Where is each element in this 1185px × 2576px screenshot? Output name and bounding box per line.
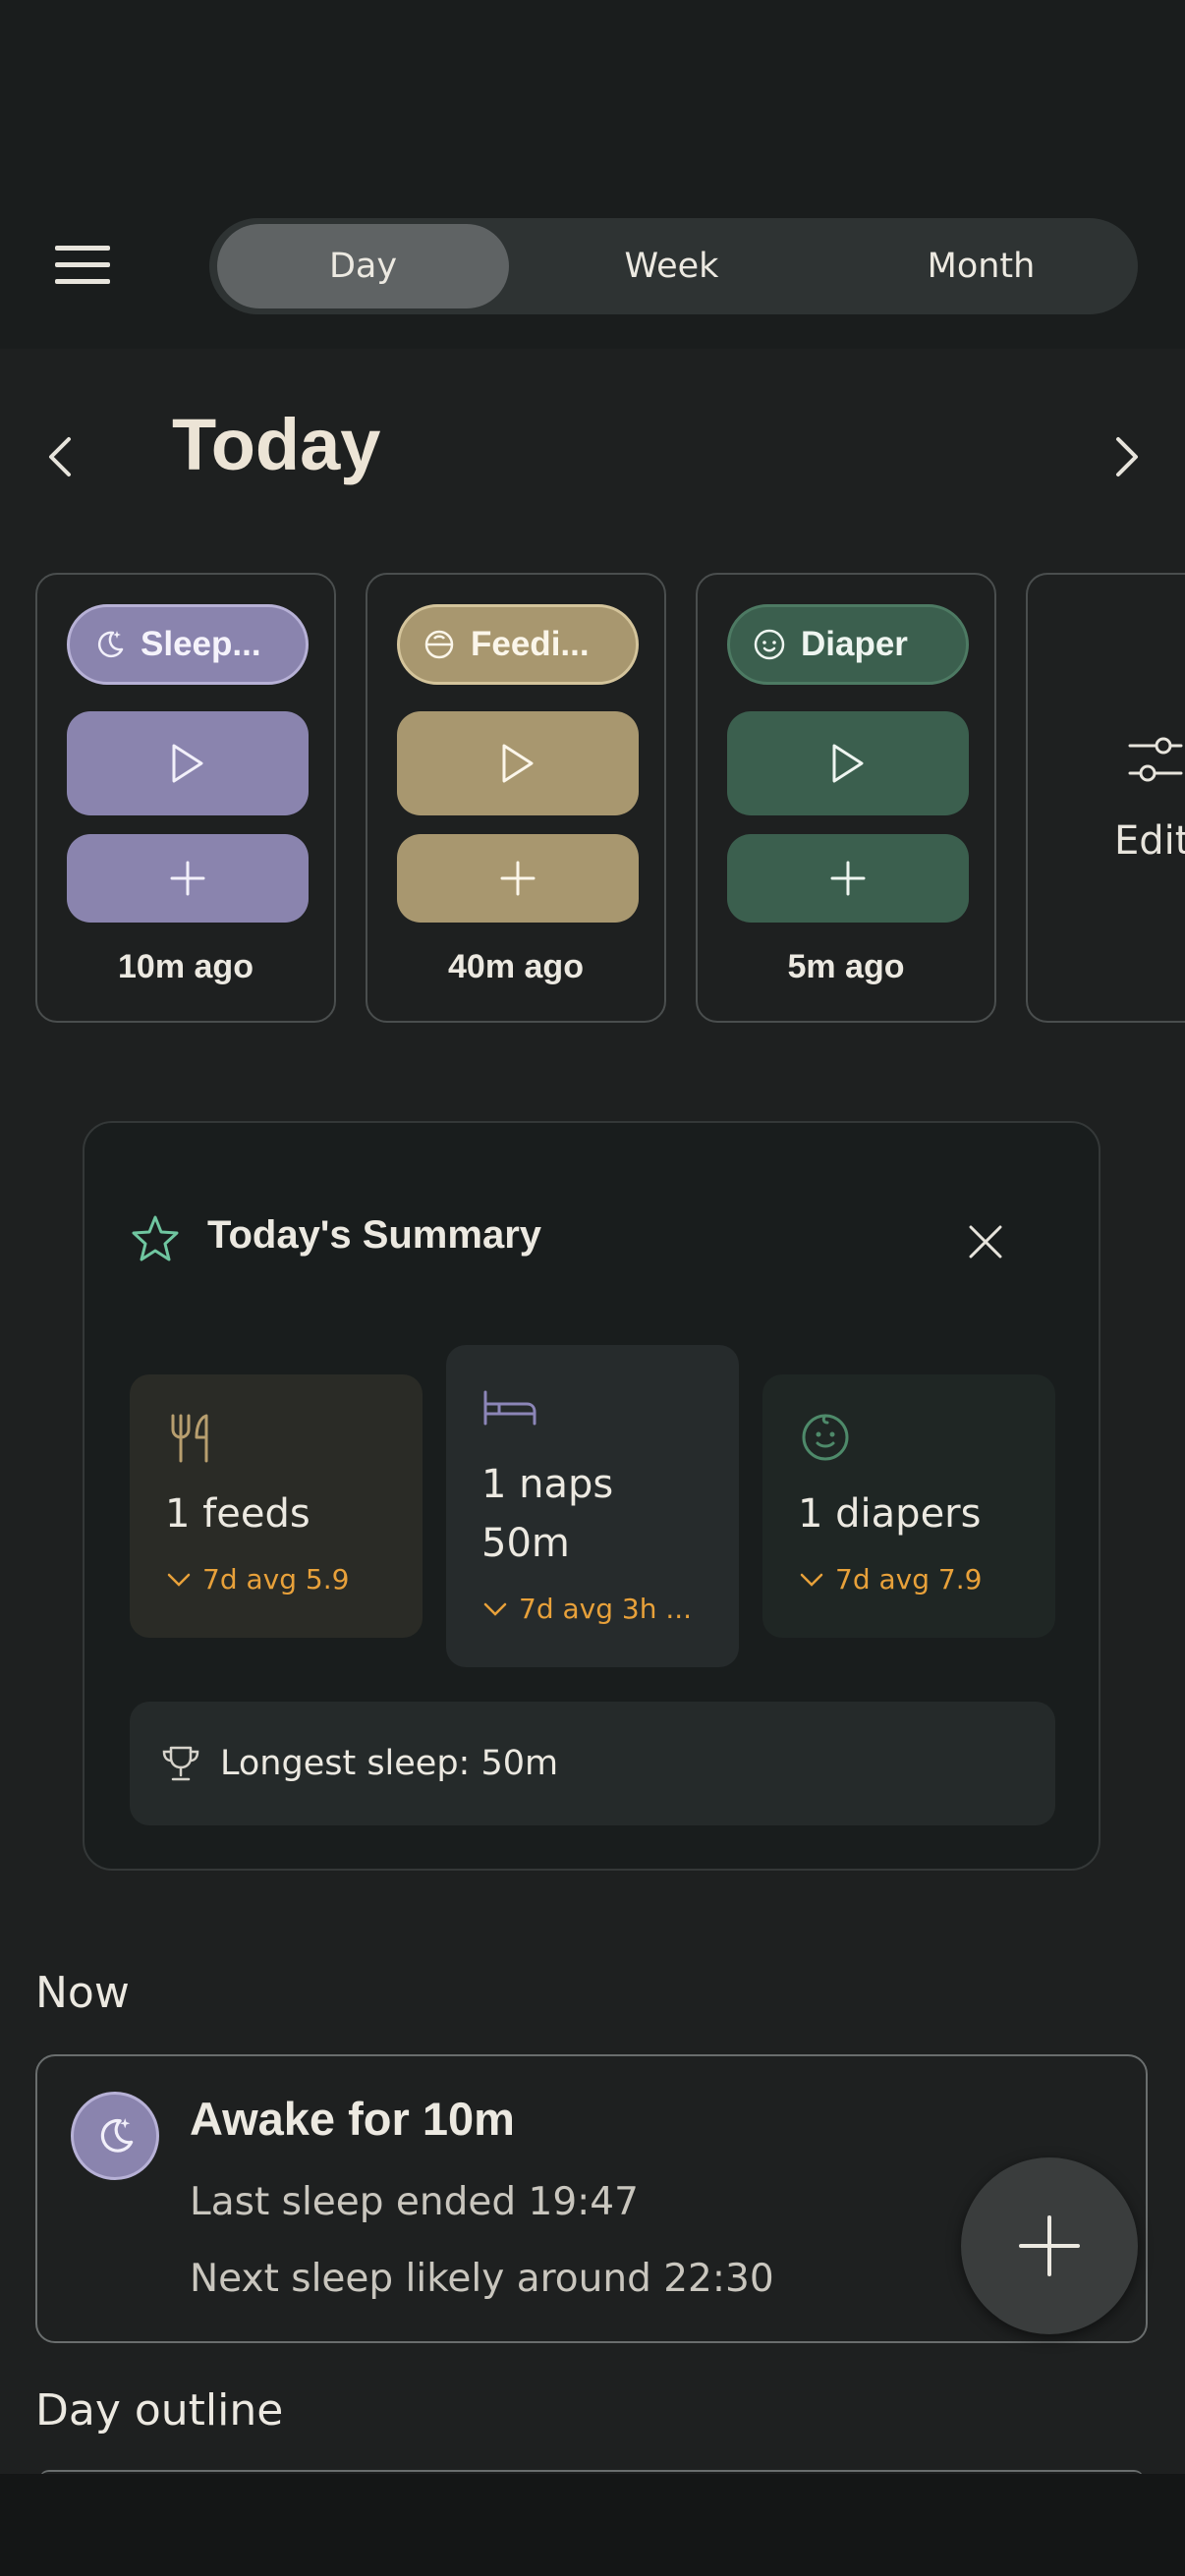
today-summary-card: Today's Summary 1 feeds 7d avg 5.9 1 nap… [83,1121,1100,1871]
day-outline-title: Day outline [35,2385,284,2436]
stat-naps: 1 naps 50m 7d avg 3h ... [446,1345,739,1667]
last-sleep-ago: 10m ago [118,948,254,985]
tab-day[interactable]: Day [217,224,509,308]
plus-icon [170,861,205,896]
bed-icon [483,1390,536,1426]
tab-label: Week [624,247,719,286]
bowl-icon [424,630,454,659]
chevron-down-icon [800,1573,823,1587]
previous-day-button[interactable] [39,427,88,486]
range-segmented-control: Day Week Month [209,218,1138,314]
chip-diaper[interactable]: Diaper [727,604,969,685]
tab-week[interactable]: Week [526,224,818,308]
system-nav-bar [0,2474,1185,2576]
tab-label: Month [927,247,1036,286]
stat-diapers: 1 diapers 7d avg 7.9 [762,1374,1055,1638]
chevron-left-icon [49,437,71,476]
close-icon [969,1225,1002,1259]
longest-sleep-label: Longest sleep: 50m [220,1744,559,1783]
fork-knife-icon [171,1414,208,1463]
star-icon [132,1215,179,1261]
stat-average-label: 7d avg 3h ... [519,1593,693,1625]
moon-stars-icon [100,2118,134,2153]
next-sleep-prediction: Next sleep likely around 22:30 [190,2257,774,2301]
play-icon [832,744,864,783]
start-diaper-button[interactable] [727,711,969,815]
sliders-icon [1128,737,1183,782]
sleep-avatar [71,2092,159,2180]
last-feeding-ago: 40m ago [448,948,584,985]
play-icon [502,744,534,783]
chevron-down-icon [483,1602,507,1616]
plus-icon [830,861,866,896]
tab-label: Day [328,247,398,286]
add-sleep-button[interactable] [67,834,309,923]
start-feeding-button[interactable] [397,711,639,815]
tab-month[interactable]: Month [835,224,1127,308]
next-day-button[interactable] [1102,427,1152,486]
now-section-title: Now [35,1968,130,2018]
chevron-right-icon [1116,437,1138,476]
stat-value: 1 feeds [165,1491,310,1537]
menu-icon[interactable] [55,246,110,285]
last-sleep-ended: Last sleep ended 19:47 [190,2180,639,2224]
chip-label: Diaper [801,625,908,663]
stat-average: 7d avg 7.9 [798,1563,982,1596]
quick-card-feeding: Feedi... 40m ago [366,573,666,1023]
chip-feeding[interactable]: Feedi... [397,604,639,685]
stat-average: 7d avg 5.9 [165,1563,349,1596]
chip-label: Sleep... [141,625,261,663]
stat-value: 1 naps 50m [481,1462,614,1566]
moon-stars-icon [97,631,124,658]
close-summary-button[interactable] [961,1217,1010,1266]
baby-face-icon [802,1414,849,1461]
stat-value: 1 diapers [798,1491,982,1537]
longest-sleep-row: Longest sleep: 50m [130,1702,1055,1825]
add-feeding-button[interactable] [397,834,639,923]
quick-card-diaper: Diaper 5m ago [696,573,996,1023]
stat-average-label: 7d avg 5.9 [202,1563,350,1596]
last-diaper-ago: 5m ago [787,948,905,985]
start-sleep-button[interactable] [67,711,309,815]
chip-label: Feedi... [471,625,590,663]
edit-quick-actions-card[interactable]: Edit [1026,573,1185,1023]
add-entry-button[interactable] [961,2157,1138,2334]
stat-average: 7d avg 3h ... [481,1593,692,1625]
edit-label: Edit [1114,818,1185,864]
page-title: Today [172,404,381,485]
quick-card-sleep: Sleep... 10m ago [35,573,336,1023]
stat-feeds: 1 feeds 7d avg 5.9 [130,1374,423,1638]
awake-duration: Awake for 10m [190,2093,515,2145]
play-icon [172,744,203,783]
plus-icon [1019,2215,1080,2276]
baby-face-icon [754,629,785,660]
trophy-icon [162,1746,199,1781]
stat-average-label: 7d avg 7.9 [835,1563,983,1596]
summary-title: Today's Summary [207,1213,541,1257]
add-diaper-button[interactable] [727,834,969,923]
chip-sleep[interactable]: Sleep... [67,604,309,685]
chevron-down-icon [167,1573,191,1587]
plus-icon [500,861,536,896]
